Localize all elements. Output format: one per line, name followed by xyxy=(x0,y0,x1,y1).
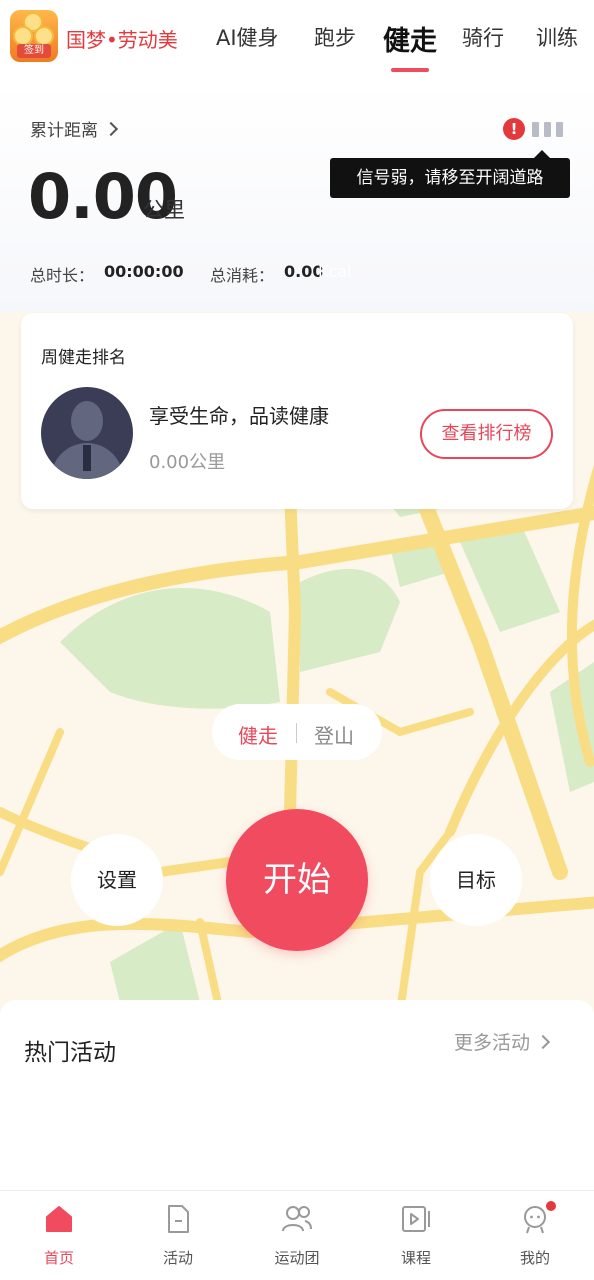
activity-icon xyxy=(168,1205,189,1233)
user-name: 享受生命，品读健康 xyxy=(149,404,329,428)
home-icon xyxy=(46,1206,72,1232)
bottom-nav: 首页 活动 运动团 课程 我的 xyxy=(0,1190,594,1280)
group-icon xyxy=(282,1206,312,1232)
chevron-right-icon xyxy=(103,121,119,137)
more-activities-link[interactable]: 更多活动 xyxy=(454,1028,551,1055)
sign-in-badge[interactable]: 签到 xyxy=(10,10,58,62)
nav-profile[interactable]: 我的 xyxy=(476,1191,594,1280)
hot-activities-title: 热门活动 xyxy=(24,1040,116,1066)
cumulative-distance-link[interactable]: 累计距离 xyxy=(30,116,119,141)
nav-group[interactable]: 运动团 xyxy=(238,1191,356,1280)
top-header: 签到 国梦•劳动美 AI健身 跑步 健走 骑行 训练 xyxy=(0,0,594,82)
nav-home-label: 首页 xyxy=(43,1249,74,1267)
tab-running[interactable]: 跑步 xyxy=(314,22,356,52)
signal-strength-icon[interactable] xyxy=(532,122,564,138)
chevron-right-icon xyxy=(535,1034,551,1050)
course-icon xyxy=(402,1206,430,1232)
ranking-title: 周健走排名 xyxy=(41,348,126,368)
notification-dot xyxy=(546,1201,556,1211)
goal-button[interactable]: 目标 xyxy=(430,834,522,926)
duration-value: 00:00:00 xyxy=(104,262,184,281)
nav-activity-label: 活动 xyxy=(162,1249,193,1267)
coin-icon xyxy=(13,26,33,46)
distance-unit: 公里 xyxy=(143,198,185,222)
weekly-ranking-card: 周健走排名 享受生命，品读健康 0.00公里 查看排行榜 xyxy=(21,313,573,509)
nav-group-label: 运动团 xyxy=(274,1249,320,1267)
nav-profile-label: 我的 xyxy=(519,1249,550,1267)
alert-icon[interactable]: ! xyxy=(503,118,525,140)
sign-in-label: 签到 xyxy=(17,44,51,58)
mode-hike-option[interactable]: 登山 xyxy=(314,720,354,749)
weak-signal-tooltip: 信号弱，请移至开阔道路 xyxy=(330,158,570,198)
start-button[interactable]: 开始 xyxy=(226,809,368,951)
cumulative-distance-label: 累计距离 xyxy=(30,121,98,141)
duration-label: 总时长： xyxy=(30,266,95,285)
tab-walking[interactable]: 健走 xyxy=(383,19,437,58)
mode-divider xyxy=(296,723,297,743)
more-activities-label: 更多活动 xyxy=(454,1032,531,1054)
active-tab-indicator xyxy=(391,68,429,72)
nav-activity[interactable]: 活动 xyxy=(119,1191,237,1280)
calorie-label: 总消耗： xyxy=(210,266,275,285)
avatar[interactable] xyxy=(41,387,133,479)
calorie-unit: Kcal xyxy=(318,262,352,281)
coin-icon xyxy=(34,26,54,46)
tab-cycling[interactable]: 骑行 xyxy=(462,22,504,52)
mode-switch: 健走 登山 xyxy=(212,704,382,760)
tab-training[interactable]: 训练 xyxy=(536,22,578,52)
view-leaderboard-button[interactable]: 查看排行榜 xyxy=(420,409,553,459)
hot-activities-section: 热门活动 更多活动 xyxy=(0,1000,594,1190)
brand-title[interactable]: 国梦•劳动美 xyxy=(66,24,178,53)
user-distance: 0.00公里 xyxy=(149,452,226,473)
nav-course[interactable]: 课程 xyxy=(357,1191,475,1280)
avatar-head xyxy=(71,401,103,441)
tab-ai-fitness[interactable]: AI健身 xyxy=(216,22,279,52)
mode-walk-option[interactable]: 健走 xyxy=(238,720,278,749)
settings-button[interactable]: 设置 xyxy=(71,834,163,926)
avatar-tie xyxy=(83,445,91,471)
nav-home[interactable]: 首页 xyxy=(0,1191,118,1280)
tooltip-arrow xyxy=(534,150,550,158)
nav-course-label: 课程 xyxy=(400,1249,431,1267)
